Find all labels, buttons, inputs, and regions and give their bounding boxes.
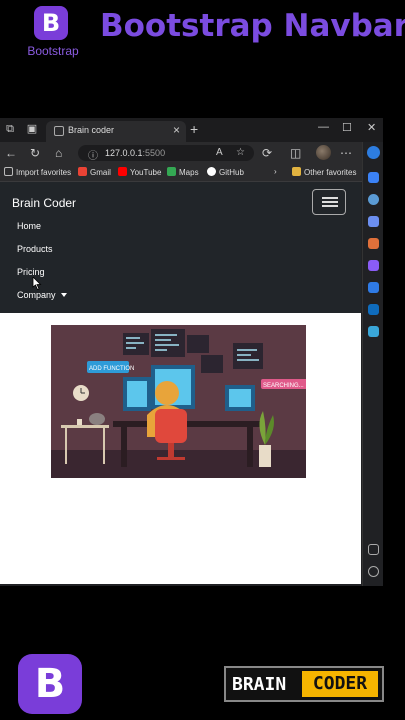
import-icon (4, 167, 13, 176)
folder-icon (292, 167, 301, 176)
bing-copilot-icon[interactable] (367, 146, 380, 159)
chevron-right-icon[interactable]: › (274, 167, 277, 176)
telegram-icon[interactable] (368, 326, 379, 337)
navbar-brand[interactable]: Brain Coder (12, 196, 76, 210)
address-bar[interactable]: ⓘ 127.0.0.1:5500 A ☆ (78, 145, 254, 162)
notifications-icon[interactable] (368, 172, 379, 183)
favorite-gmail[interactable]: Gmail (78, 167, 111, 177)
address-toolbar: ← ↻ ⌂ ⓘ 127.0.0.1:5500 A ☆ ⟳ ◫ ⋯ (0, 142, 383, 164)
edge-sidebar (362, 142, 383, 586)
close-window-icon[interactable]: ✕ (367, 121, 376, 134)
bootstrap-logo: B (34, 6, 68, 40)
outlook-icon[interactable] (368, 304, 379, 315)
github-icon (207, 167, 216, 176)
browser-window: ⧉ ▣ Brain coder × + — ☐ ✕ ← ↻ ⌂ ⓘ 127.0.… (0, 118, 383, 586)
bootstrap-navbar: Brain Coder Home Products Pricing Compan… (0, 182, 361, 313)
favorites-bar: Import favorites Gmail YouTube Maps GitH… (0, 164, 383, 182)
bootstrap-logo-label: Bootstrap (27, 44, 79, 58)
site-info-icon[interactable]: ⓘ (88, 147, 98, 162)
favorite-maps[interactable]: Maps (167, 167, 199, 177)
settings-gear-icon[interactable] (368, 566, 379, 577)
url-text: 127.0.0.1:5500 (105, 148, 166, 158)
read-aloud-icon[interactable]: A (216, 147, 223, 158)
brain-coder-badge: BRAIN CODER (224, 666, 384, 702)
tab-actions-icon[interactable]: ▣ (26, 123, 38, 135)
search-icon[interactable] (368, 194, 379, 205)
bootstrap-logo-large: B (18, 654, 82, 714)
favorite-youtube[interactable]: YouTube (118, 167, 161, 177)
home-icon[interactable]: ⌂ (55, 146, 62, 160)
mouse-cursor-icon (32, 277, 42, 290)
microsoft-365-icon[interactable] (368, 282, 379, 293)
extensions-icon[interactable]: ⟳ (262, 146, 272, 160)
logo-letter: B (41, 9, 61, 37)
tab-title: Brain coder (68, 125, 115, 135)
nav-dropdown-company[interactable]: Company (17, 290, 67, 300)
maximize-icon[interactable]: ☐ (342, 121, 352, 134)
sidebar-layout-icon[interactable] (368, 544, 379, 555)
logo-letter-large: B (34, 661, 66, 707)
other-favorites[interactable]: Other favorites (292, 167, 356, 177)
minimize-icon[interactable]: — (318, 121, 329, 133)
hero-illustration: ADD FUNCTION SEARCHING... (51, 325, 306, 478)
games-icon[interactable] (368, 260, 379, 271)
navbar-toggler-button[interactable] (312, 189, 346, 215)
refresh-icon[interactable]: ↻ (30, 146, 40, 160)
hamburger-icon (322, 197, 338, 199)
page-favicon (54, 126, 64, 136)
shopping-icon[interactable] (368, 216, 379, 227)
workspaces-icon[interactable]: ⧉ (4, 123, 16, 135)
favorite-star-icon[interactable]: ☆ (236, 147, 245, 158)
nav-link-pricing[interactable]: Pricing (17, 267, 45, 277)
maps-icon (167, 167, 176, 176)
close-tab-icon[interactable]: × (173, 123, 180, 137)
tab-bar: ⧉ ▣ Brain coder × + — ☐ ✕ (0, 118, 383, 142)
video-title: Bootstrap Navbar (100, 8, 405, 44)
add-function-label: ADD FUNCTION (89, 366, 134, 372)
page-viewport: Brain Coder Home Products Pricing Compan… (0, 182, 361, 584)
coder-at-desk-illustration: ADD FUNCTION SEARCHING... (51, 325, 306, 478)
badge-brain-text: BRAIN (232, 674, 287, 695)
tab-active[interactable]: Brain coder × (46, 121, 186, 142)
nav-link-home[interactable]: Home (17, 221, 41, 231)
split-screen-icon[interactable]: ◫ (290, 146, 301, 160)
profile-avatar[interactable] (316, 145, 331, 160)
nav-link-products[interactable]: Products (17, 244, 53, 254)
favorite-github[interactable]: GitHub (207, 167, 244, 177)
caret-down-icon (60, 293, 67, 297)
badge-coder-text: CODER (302, 671, 378, 697)
tools-icon[interactable] (368, 238, 379, 249)
favorite-import[interactable]: Import favorites (4, 167, 71, 177)
more-menu-icon[interactable]: ⋯ (340, 146, 352, 160)
back-icon[interactable]: ← (5, 146, 17, 160)
youtube-icon (118, 167, 127, 176)
gmail-icon (78, 167, 87, 176)
searching-label: SEARCHING... (263, 383, 304, 389)
new-tab-icon[interactable]: + (190, 121, 198, 137)
